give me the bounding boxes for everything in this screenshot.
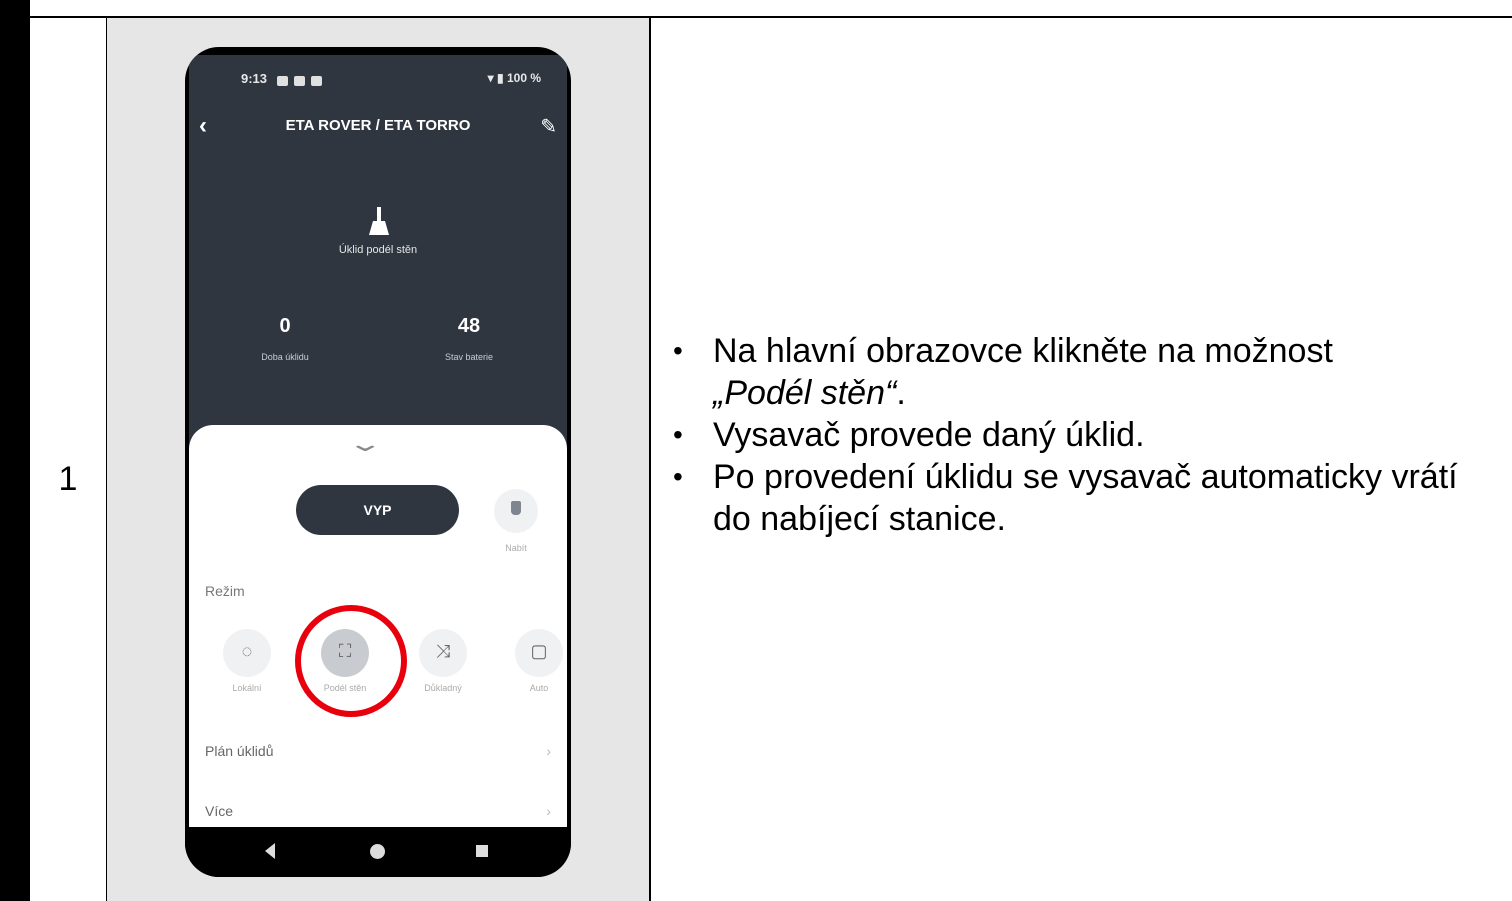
power-off-button[interactable]: VYP [296,485,459,535]
stat-label: Doba úklidu [261,352,309,362]
stat-label: Stav baterie [444,352,494,362]
battery-level: 100 % [506,71,541,85]
stat-value: 0 [279,315,291,337]
nav-recent-icon[interactable] [476,845,488,857]
phone-screenshot: 9:13 ▾ ▮ 100 % ‹ ETA ROVER / ETA TORRO ✎… [185,47,571,877]
charge-button[interactable] [494,489,538,533]
stat-cleaning-time: 0 Doba úklidu [225,315,345,362]
status-battery: ▾ ▮ 100 % [488,71,541,85]
mode-auto-button[interactable]: ▢ [515,629,563,677]
left-frame-border [0,0,30,901]
cleaning-plan-row[interactable]: Plán úklidů › [205,743,551,759]
nav-back-icon[interactable] [265,843,275,859]
mode-auto-label: Auto [529,683,549,693]
instruction-text: Vysavač provede daný úklid. [713,416,1145,454]
device-title: ETA ROVER / ETA TORRO [285,117,471,134]
mode-section-title: Režim [205,583,245,599]
chevron-down-icon[interactable]: ⌄ [347,431,384,457]
current-mode-label: Úklid podél stěn [338,244,418,256]
plug-icon [511,501,521,515]
more-row[interactable]: Více › [205,803,551,819]
control-panel: ⌄ VYP Nabít Režim ◌ Lokální ⛶ Podél stěn… [189,425,567,829]
stat-value: 48 [457,315,481,337]
square-icon: ▢ [530,641,548,661]
mode-deep-button[interactable]: ⤨ [419,629,467,677]
chevron-right-icon: › [546,803,551,819]
shuffle-icon: ⤨ [435,641,451,661]
instruction-item: Po provedení úklidu se vysavač automatic… [668,456,1498,540]
notification-icons [277,74,328,89]
instruction-text: Na hlavní obrazovce klikněte na možnost [713,332,1333,370]
charge-label: Nabít [505,543,527,553]
wifi-icon: ▾ ▮ [487,71,507,85]
step-number: 1 [58,460,78,498]
table-top-rule [30,0,1512,18]
target-icon: ◌ [241,641,253,661]
broom-icon [369,207,389,235]
mode-deep-label: Důkladný [424,683,462,693]
edit-icon[interactable]: ✎ [540,114,557,139]
instruction-item: Na hlavní obrazovce klikněte na možnost „… [668,330,1498,414]
instruction-option-name: „Podél stěn“ [713,374,897,412]
nav-home-icon[interactable] [370,844,385,859]
step-column: 1 [30,18,107,901]
instruction-text: Po provedení úklidu se vysavač automatic… [713,458,1458,538]
highlight-circle [295,605,407,717]
instruction-period: . [896,374,906,412]
instruction-list: Na hlavní obrazovce klikněte na možnost „… [668,330,1498,540]
status-bar: 9:13 ▾ ▮ 100 % [235,71,545,91]
chevron-right-icon: › [546,743,551,759]
row-label: Více [205,803,234,819]
mode-local-label: Lokální [232,683,262,693]
stat-battery-state: 48 Stav baterie [409,315,529,362]
mode-local-button[interactable]: ◌ [223,629,271,677]
instruction-item: Vysavač provede daný úklid. [668,414,1498,456]
android-navbar [185,827,571,877]
status-time: 9:13 [241,71,268,86]
row-label: Plán úklidů [205,743,274,759]
app-titlebar: ‹ ETA ROVER / ETA TORRO ✎ [185,112,571,142]
